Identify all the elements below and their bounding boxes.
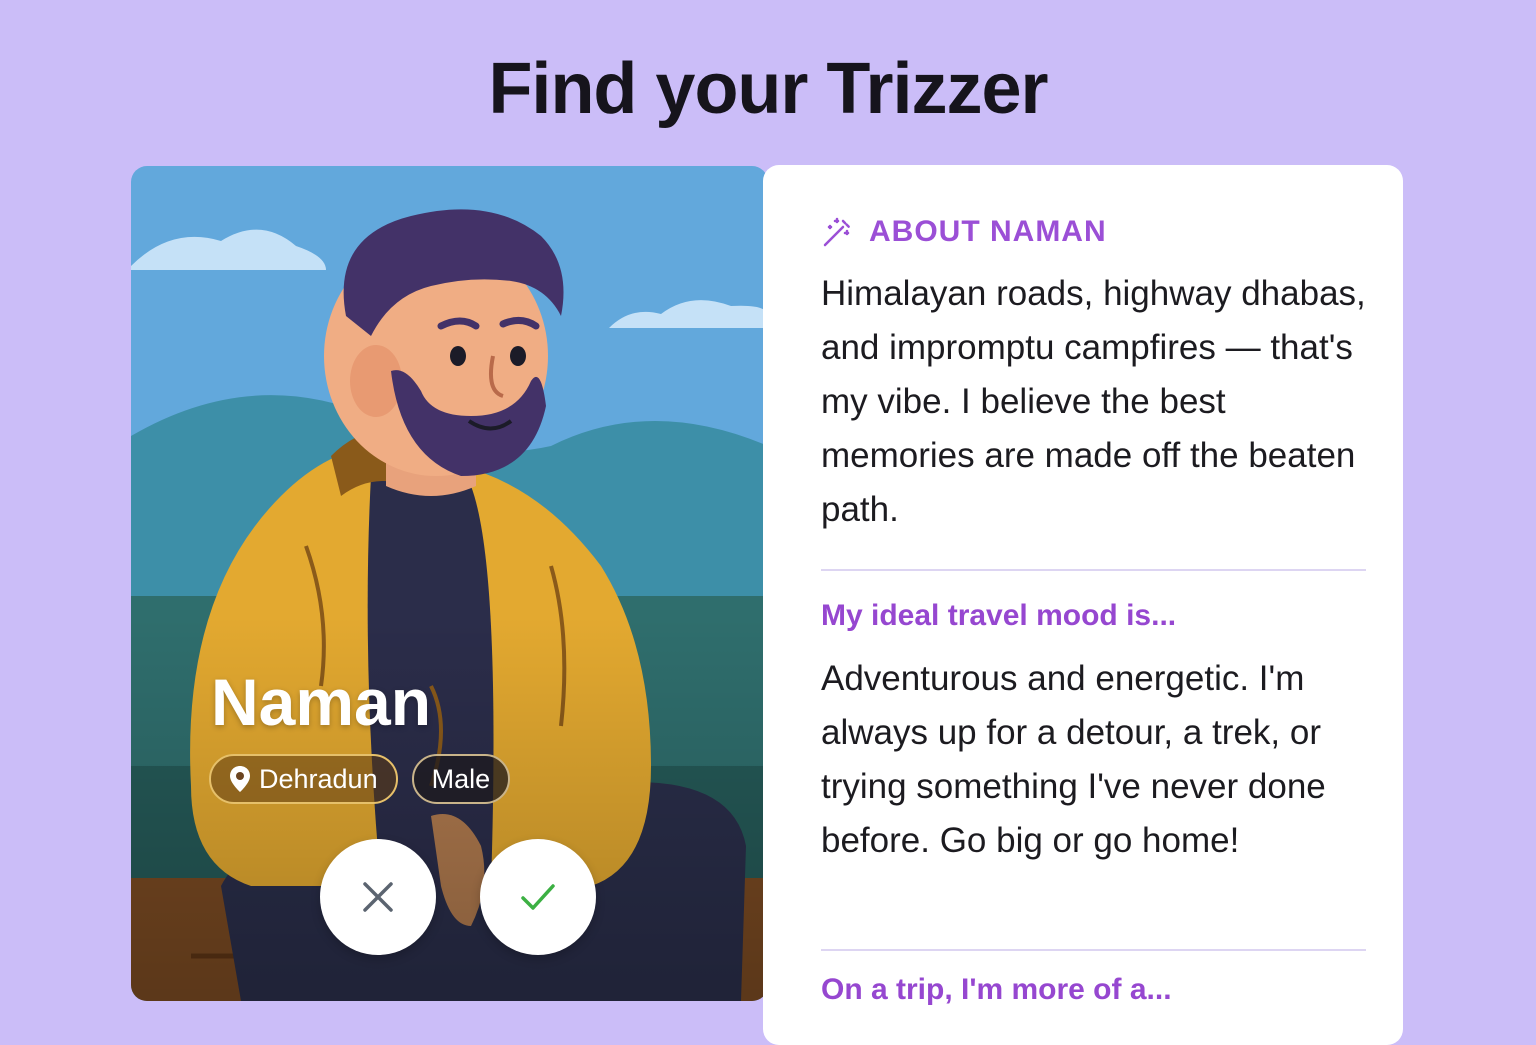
- about-heading-label: ABOUT NAMAN: [869, 215, 1107, 248]
- profile-name: Naman: [211, 665, 432, 739]
- prompt-question-1: My ideal travel mood is...: [821, 599, 1177, 632]
- profile-illustration: [131, 166, 768, 1001]
- location-chip: Dehradun: [209, 754, 398, 804]
- gender-label: Male: [431, 763, 491, 794]
- sparkle-wand-icon: [823, 217, 851, 247]
- divider: [821, 949, 1366, 951]
- accept-button[interactable]: [480, 839, 596, 955]
- page-title: Find your Trizzer: [488, 49, 1048, 129]
- prompt-question-2: On a trip, I'm more of a...: [821, 973, 1172, 1006]
- divider: [821, 569, 1366, 571]
- about-heading: ABOUT NAMAN: [821, 215, 1107, 249]
- check-icon: [521, 884, 555, 910]
- gender-chip: Male: [411, 754, 511, 804]
- reject-button[interactable]: [320, 839, 436, 955]
- profile-info-panel[interactable]: ABOUT NAMAN Himalayan roads, highway dha…: [763, 165, 1403, 1045]
- location-label: Dehradun: [259, 763, 378, 794]
- location-pin-icon: [230, 766, 250, 792]
- profile-photo-card[interactable]: Naman Dehradun Male: [131, 166, 768, 1001]
- about-text: Himalayan roads, highway dhabas, and imp…: [821, 274, 1366, 529]
- profile-chips: Dehradun Male: [209, 754, 511, 804]
- prompt-answer-1: Adventurous and energetic. I'm always up…: [821, 659, 1326, 860]
- close-icon: [363, 882, 393, 912]
